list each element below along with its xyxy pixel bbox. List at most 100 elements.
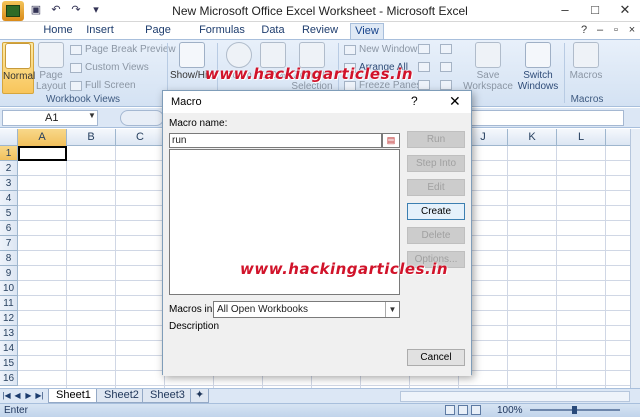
row-header[interactable]: 13 <box>0 326 18 341</box>
tab-formulas[interactable]: Formulas <box>198 23 246 39</box>
sync-scroll-button[interactable] <box>440 62 452 72</box>
row-header[interactable]: 11 <box>0 296 18 311</box>
row-header[interactable]: 8 <box>0 251 18 266</box>
row-header[interactable]: 4 <box>0 191 18 206</box>
row-header[interactable]: 14 <box>0 341 18 356</box>
row-header[interactable]: 1 <box>0 146 18 161</box>
tab-data[interactable]: Data <box>256 23 290 39</box>
select-all-corner[interactable] <box>0 129 18 146</box>
row-header[interactable]: 15 <box>0 356 18 371</box>
reset-position-button[interactable] <box>440 80 452 90</box>
custom-views-icon <box>70 62 82 73</box>
title-bar: ▣ ↶ ↷ ▾ New Microsoft Office Excel Works… <box>0 0 640 22</box>
row-header[interactable]: 6 <box>0 221 18 236</box>
macros-in-value: All Open Workbooks <box>217 304 308 315</box>
minimize-button[interactable]: – <box>550 0 580 22</box>
tab-view[interactable]: View <box>350 23 384 39</box>
ribbon-close-icon[interactable]: × <box>624 23 640 38</box>
active-cell-a1[interactable] <box>18 146 67 161</box>
new-window-button[interactable]: New Window <box>344 44 417 55</box>
help-icon[interactable]: ? <box>411 94 418 108</box>
status-mode: Enter <box>4 405 28 416</box>
side-by-side-button[interactable] <box>440 44 452 54</box>
new-window-icon <box>344 44 356 55</box>
workbook-views-label: Workbook Views <box>45 94 121 105</box>
split-button[interactable] <box>418 44 430 54</box>
cancel-button[interactable]: Cancel <box>407 349 465 366</box>
column-header[interactable]: K <box>508 129 557 146</box>
unhide-button[interactable] <box>418 80 430 90</box>
row-header[interactable]: 2 <box>0 161 18 176</box>
page-break-preview-button[interactable]: Page Break Preview <box>70 44 176 55</box>
chevron-down-icon[interactable]: ▼ <box>385 302 399 317</box>
run-button[interactable]: Run <box>407 131 465 148</box>
switch-windows-button[interactable]: Switch Windows <box>516 42 560 92</box>
normal-view-button[interactable]: Normal <box>2 42 35 94</box>
formula-input[interactable] <box>470 110 624 126</box>
row-header[interactable]: 12 <box>0 311 18 326</box>
macros-in-select[interactable]: All Open Workbooks ▼ <box>213 301 400 318</box>
name-box[interactable]: A1 <box>2 110 98 126</box>
hide-button[interactable] <box>418 62 430 72</box>
formula-buttons[interactable] <box>120 110 164 126</box>
range-picker-icon[interactable]: ▤ <box>382 133 400 148</box>
step-into-button[interactable]: Step Into <box>407 155 465 172</box>
column-header[interactable]: C <box>116 129 165 146</box>
page-layout-view-button[interactable]: Page Layout <box>36 42 66 92</box>
page-break-view-icon[interactable] <box>471 405 481 415</box>
page-layout-view-icon[interactable] <box>458 405 468 415</box>
macros-button[interactable]: Macros <box>568 42 604 81</box>
tab-home[interactable]: Home <box>40 23 76 39</box>
split-icon <box>418 44 430 54</box>
close-icon[interactable]: ✕ <box>449 93 461 110</box>
column-header[interactable]: A <box>18 129 67 146</box>
prev-sheet-icon[interactable]: ◀ <box>13 390 22 402</box>
next-sheet-icon[interactable]: ▶ <box>24 390 33 402</box>
maximize-button[interactable]: □ <box>580 0 610 22</box>
tab-review[interactable]: Review <box>298 23 342 39</box>
last-sheet-icon[interactable]: ▶| <box>35 390 44 402</box>
close-button[interactable]: ✕ <box>610 0 640 22</box>
reset-position-icon <box>440 80 452 90</box>
first-sheet-icon[interactable]: |◀ <box>2 390 11 402</box>
tab-page-layout[interactable]: Page Layout <box>128 23 188 51</box>
save-workspace-icon <box>475 42 501 68</box>
sheet-tab-1[interactable]: Sheet1 <box>48 389 99 403</box>
insert-sheet-icon[interactable]: ✦ <box>190 389 210 403</box>
custom-views-button[interactable]: Custom Views <box>70 62 149 73</box>
delete-button[interactable]: Delete <box>407 227 465 244</box>
help-icon[interactable]: ? <box>576 23 592 38</box>
row-header[interactable]: 3 <box>0 176 18 191</box>
macro-name-input[interactable]: run <box>169 133 382 148</box>
save-workspace-button[interactable]: Save Workspace <box>462 42 514 92</box>
row-header[interactable]: 10 <box>0 281 18 296</box>
vertical-scrollbar[interactable] <box>630 129 640 388</box>
horizontal-scrollbar[interactable] <box>400 391 630 402</box>
chevron-down-icon[interactable]: ▼ <box>88 111 96 120</box>
normal-view-icon[interactable] <box>445 405 455 415</box>
dialog-title-bar: Macro ? ✕ <box>163 91 471 113</box>
row-header[interactable]: 7 <box>0 236 18 251</box>
macros-group-label: Macros <box>570 94 604 105</box>
create-button[interactable]: Create <box>407 203 465 220</box>
zoom-slider-thumb[interactable] <box>572 406 577 414</box>
row-header[interactable]: 9 <box>0 266 18 281</box>
switch-windows-icon <box>525 42 551 68</box>
sync-scroll-icon <box>440 62 452 72</box>
sheet-tab-3[interactable]: Sheet3 <box>142 389 193 403</box>
window-title: New Microsoft Office Excel Worksheet - M… <box>172 4 468 18</box>
full-screen-button[interactable]: Full Screen <box>70 80 136 91</box>
row-header[interactable]: 16 <box>0 371 18 386</box>
column-header[interactable]: B <box>67 129 116 146</box>
sheet-tab-2[interactable]: Sheet2 <box>96 389 147 403</box>
ribbon-restore-icon[interactable]: ▫ <box>608 23 624 38</box>
side-by-side-icon <box>440 44 452 54</box>
column-header[interactable]: L <box>557 129 606 146</box>
edit-button[interactable]: Edit <box>407 179 465 196</box>
zoom-level[interactable]: 100% <box>497 405 523 416</box>
page-layout-icon <box>38 42 64 68</box>
tab-insert[interactable]: Insert <box>82 23 118 39</box>
description-label: Description <box>169 321 220 332</box>
ribbon-minimize-icon[interactable]: – <box>592 23 608 38</box>
row-header[interactable]: 5 <box>0 206 18 221</box>
